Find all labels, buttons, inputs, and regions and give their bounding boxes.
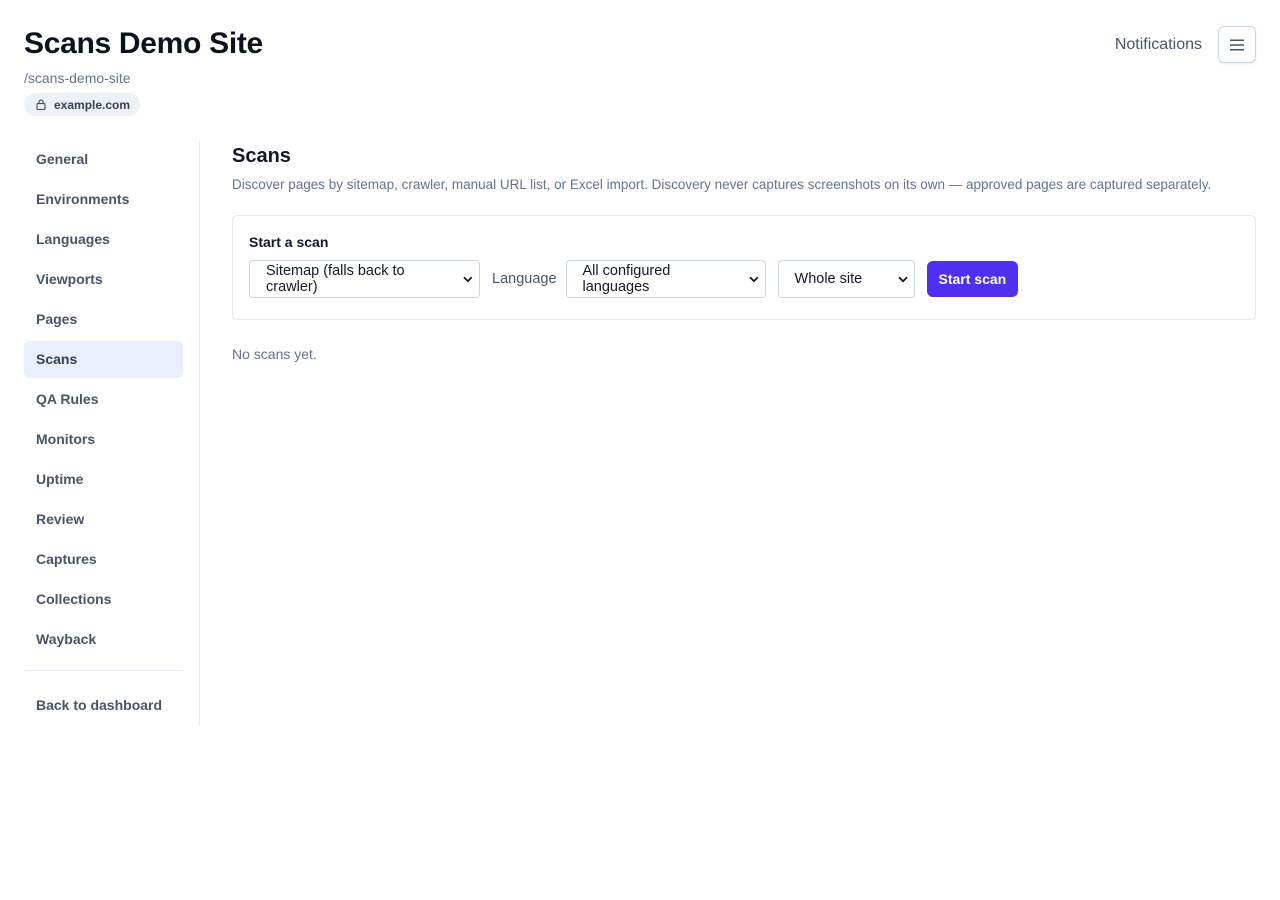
sidebar-item-pages[interactable]: Pages: [24, 301, 183, 338]
chevron-down-icon: [749, 276, 759, 282]
sidebar-item-environments[interactable]: Environments: [24, 181, 183, 218]
menu-button[interactable]: [1218, 26, 1256, 63]
sidebar-divider: [24, 670, 183, 671]
sidebar-item-viewports[interactable]: Viewports: [24, 261, 183, 298]
card-title: Start a scan: [249, 234, 329, 250]
start-scan-button[interactable]: Start scan: [926, 261, 1019, 297]
language-label: Language: [492, 271, 557, 287]
sidebar-item-collections[interactable]: Collections: [24, 581, 183, 618]
site-slug: /scans-demo-site: [24, 70, 131, 86]
sidebar-item-qa-rules[interactable]: QA Rules: [24, 381, 183, 418]
page-description: Discover pages by sitemap, crawler, manu…: [232, 177, 1212, 192]
start-scan-card: Start a scan Sitemap (falls back to craw…: [232, 215, 1256, 320]
chevron-down-icon: [463, 276, 473, 282]
sidebar-item-wayback[interactable]: Wayback: [24, 621, 183, 658]
lock-icon: [36, 99, 46, 110]
main-content: Scans Discover pages by sitemap, crawler…: [232, 141, 1256, 362]
site-title: Scans Demo Site: [24, 27, 263, 60]
empty-state-text: No scans yet.: [232, 346, 317, 362]
hamburger-menu-icon: [1230, 39, 1244, 50]
sidebar-item-captures[interactable]: Captures: [24, 541, 183, 578]
scan-controls: Sitemap (falls back to crawler) Language…: [249, 260, 1239, 298]
scope-select[interactable]: Whole site: [777, 260, 915, 298]
domain-text: example.com: [54, 97, 131, 112]
language-select[interactable]: All configured languages: [565, 260, 766, 298]
domain-badge: example.com: [24, 93, 141, 116]
header-actions: Notifications: [1115, 26, 1256, 63]
sidebar-nav: General Environments Languages Viewports…: [24, 141, 200, 726]
scan-method-select[interactable]: Sitemap (falls back to crawler): [249, 260, 480, 298]
sidebar-item-scans[interactable]: Scans: [24, 341, 183, 378]
sidebar-item-languages[interactable]: Languages: [24, 221, 183, 258]
page-header: Scans Demo Site /scans-demo-site example…: [24, 24, 1256, 124]
scope-value: Whole site: [794, 271, 863, 287]
notifications-link[interactable]: Notifications: [1115, 36, 1202, 54]
sidebar-item-monitors[interactable]: Monitors: [24, 421, 183, 458]
scan-method-value: Sitemap (falls back to crawler): [266, 263, 405, 295]
language-value: All configured languages: [582, 263, 671, 295]
chevron-down-icon: [897, 276, 908, 282]
sidebar-item-uptime[interactable]: Uptime: [24, 461, 183, 498]
back-to-dashboard-link[interactable]: Back to dashboard: [24, 687, 183, 724]
page-title: Scans: [232, 145, 291, 167]
sidebar-item-general[interactable]: General: [24, 141, 183, 178]
sidebar-item-review[interactable]: Review: [24, 501, 183, 538]
